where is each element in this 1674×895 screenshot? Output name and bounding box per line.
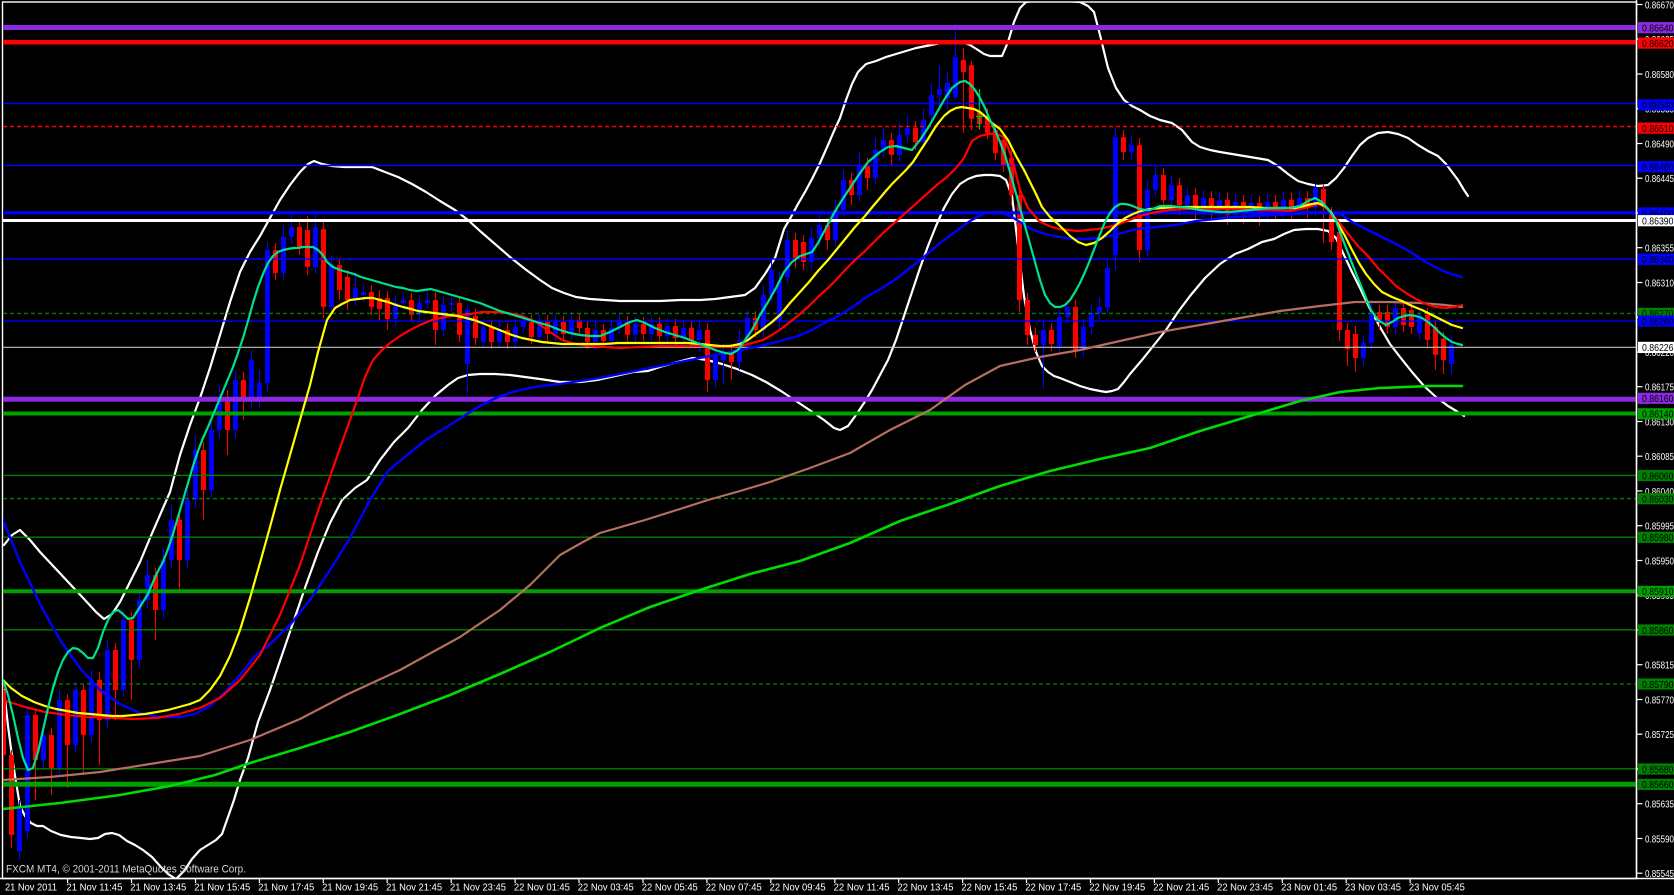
- svg-text:0.86340: 0.86340: [1642, 254, 1674, 266]
- svg-text:22 Nov 01:45: 22 Nov 01:45: [514, 882, 570, 894]
- svg-text:0.86460: 0.86460: [1642, 162, 1674, 174]
- svg-text:23 Nov 05:45: 23 Nov 05:45: [1409, 882, 1465, 894]
- svg-text:0.85545: 0.85545: [1645, 868, 1674, 880]
- svg-text:22 Nov 21:45: 22 Nov 21:45: [1153, 882, 1209, 894]
- svg-text:0.86030: 0.86030: [1642, 494, 1674, 506]
- svg-text:22 Nov 03:45: 22 Nov 03:45: [578, 882, 634, 894]
- svg-text:21 Nov 21:45: 21 Nov 21:45: [386, 882, 442, 894]
- svg-text:22 Nov 07:45: 22 Nov 07:45: [706, 882, 762, 894]
- svg-text:22 Nov 17:45: 22 Nov 17:45: [1025, 882, 1081, 894]
- svg-text:0.86226: 0.86226: [1642, 342, 1674, 354]
- svg-text:21 Nov 13:45: 21 Nov 13:45: [130, 882, 186, 894]
- svg-text:22 Nov 09:45: 22 Nov 09:45: [770, 882, 826, 894]
- svg-text:FXCM MT4, © 2001-2011 MetaQuot: FXCM MT4, © 2001-2011 MetaQuotes Softwar…: [6, 864, 246, 876]
- svg-text:0.86620: 0.86620: [1642, 38, 1674, 50]
- svg-text:21 Nov 2011: 21 Nov 2011: [5, 882, 57, 894]
- svg-text:22 Nov 15:45: 22 Nov 15:45: [961, 882, 1017, 894]
- svg-text:0.86580: 0.86580: [1645, 69, 1674, 81]
- svg-text:21 Nov 19:45: 21 Nov 19:45: [322, 882, 378, 894]
- svg-text:0.85980: 0.85980: [1642, 532, 1674, 544]
- svg-text:21 Nov 11:45: 21 Nov 11:45: [66, 882, 122, 894]
- svg-text:0.86490: 0.86490: [1645, 138, 1674, 150]
- svg-text:0.86670: 0.86670: [1645, 0, 1674, 11]
- svg-text:22 Nov 23:45: 22 Nov 23:45: [1217, 882, 1273, 894]
- svg-text:0.86060: 0.86060: [1642, 470, 1674, 482]
- svg-text:0.86175: 0.86175: [1645, 382, 1674, 394]
- svg-text:0.86355: 0.86355: [1645, 243, 1674, 255]
- svg-text:0.86510: 0.86510: [1642, 123, 1674, 135]
- svg-text:0.85725: 0.85725: [1645, 729, 1674, 741]
- svg-text:0.85770: 0.85770: [1645, 694, 1674, 706]
- svg-text:21 Nov 15:45: 21 Nov 15:45: [194, 882, 250, 894]
- svg-text:0.86640: 0.86640: [1642, 23, 1674, 35]
- svg-text:22 Nov 05:45: 22 Nov 05:45: [642, 882, 698, 894]
- svg-text:0.86310: 0.86310: [1645, 277, 1674, 289]
- svg-text:23 Nov 03:45: 23 Nov 03:45: [1345, 882, 1401, 894]
- svg-text:0.86140: 0.86140: [1642, 409, 1674, 421]
- svg-text:0.86390: 0.86390: [1642, 216, 1674, 228]
- svg-text:0.85860: 0.85860: [1642, 625, 1674, 637]
- svg-text:0.86260: 0.86260: [1642, 316, 1674, 328]
- svg-text:0.85635: 0.85635: [1645, 799, 1674, 811]
- svg-text:21 Nov 23:45: 21 Nov 23:45: [450, 882, 506, 894]
- svg-text:21 Nov 17:45: 21 Nov 17:45: [258, 882, 314, 894]
- svg-text:0.85680: 0.85680: [1642, 764, 1674, 776]
- svg-text:22 Nov 13:45: 22 Nov 13:45: [898, 882, 954, 894]
- svg-text:0.85815: 0.85815: [1645, 660, 1674, 672]
- svg-text:0.85950: 0.85950: [1645, 555, 1674, 567]
- svg-text:0.85910: 0.85910: [1642, 586, 1674, 598]
- svg-text:0.86160: 0.86160: [1642, 393, 1674, 405]
- svg-text:22 Nov 19:45: 22 Nov 19:45: [1089, 882, 1145, 894]
- svg-text:23 Nov 01:45: 23 Nov 01:45: [1281, 882, 1337, 894]
- svg-text:0.86085: 0.86085: [1645, 451, 1674, 463]
- svg-text:22 Nov 11:45: 22 Nov 11:45: [834, 882, 890, 894]
- svg-text:0.85995: 0.85995: [1645, 521, 1674, 533]
- svg-text:0.85660: 0.85660: [1642, 779, 1674, 791]
- svg-text:0.85790: 0.85790: [1642, 679, 1674, 691]
- svg-text:0.86540: 0.86540: [1642, 100, 1674, 112]
- svg-text:0.86445: 0.86445: [1645, 173, 1674, 185]
- svg-text:0.85590: 0.85590: [1645, 833, 1674, 845]
